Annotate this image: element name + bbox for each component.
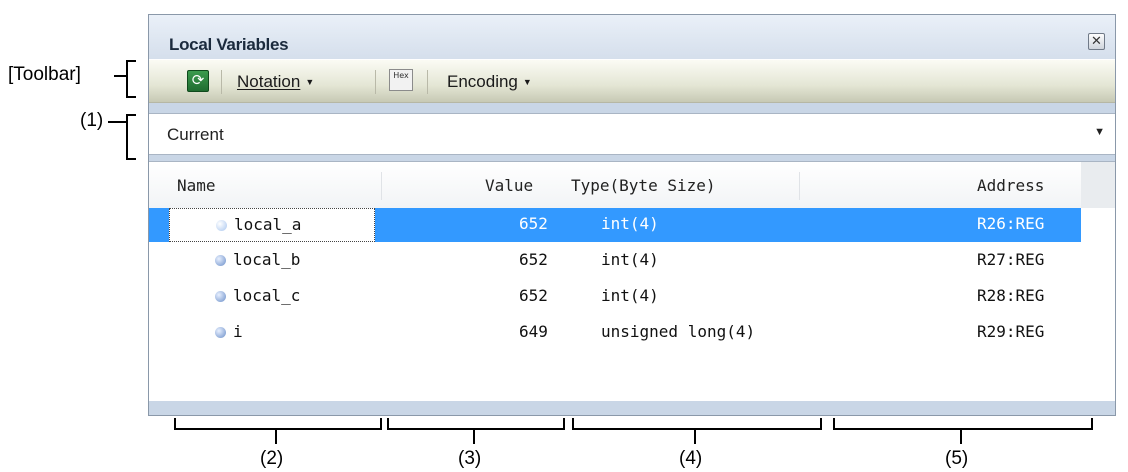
close-button[interactable]: ✕: [1088, 33, 1105, 50]
notation-label: Notation: [237, 72, 301, 91]
variable-icon: [215, 255, 226, 266]
toolbar-callout-tick: [114, 75, 126, 77]
row-value: 652: [519, 214, 548, 233]
column-header-name[interactable]: Name: [177, 176, 216, 198]
chevron-down-icon: ▼: [522, 77, 532, 87]
row-type: int(4): [601, 250, 659, 269]
column-bracket-stem: [694, 430, 696, 444]
column-bracket-stem: [275, 430, 277, 444]
notation-menu-button[interactable]: Notation ▼: [237, 60, 314, 104]
combo-callout: (1): [80, 110, 104, 131]
row-address: R26:REG: [977, 214, 1045, 233]
grid-header-filler: [1081, 162, 1115, 208]
toolbar-separator: [375, 70, 376, 94]
row-name: i: [233, 322, 243, 341]
encoding-menu-button[interactable]: Encoding ▼: [447, 60, 532, 104]
row-value: 652: [519, 250, 548, 269]
column-bracket-address: [833, 418, 1093, 430]
column-callout-address: (5): [945, 448, 969, 469]
column-separator: [799, 172, 800, 200]
table-row[interactable]: i 649 unsigned long(4) R29:REG: [149, 316, 1081, 350]
column-bracket-stem: [473, 430, 475, 444]
variable-icon: [215, 291, 226, 302]
row-address: R27:REG: [977, 250, 1045, 269]
column-header-value[interactable]: Value: [485, 176, 533, 198]
panel-title: Local Variables: [169, 35, 289, 54]
row-name: local_b: [233, 250, 301, 269]
table-row[interactable]: local_a 652 int(4) R26:REG: [149, 208, 1081, 242]
column-bracket-value: [387, 418, 565, 430]
table-row[interactable]: local_c 652 int(4) R28:REG: [149, 280, 1081, 314]
chevron-down-icon: ▼: [305, 77, 315, 87]
row-name: local_a: [234, 215, 302, 234]
row-value: 652: [519, 286, 548, 305]
dropdown-arrow-icon[interactable]: ▼: [1094, 126, 1105, 138]
row-address: R28:REG: [977, 286, 1045, 305]
column-callout-value: (3): [458, 448, 482, 469]
scope-select[interactable]: Current ▼: [149, 113, 1115, 155]
column-callout-name: (2): [260, 448, 284, 469]
combo-bracket: [126, 114, 136, 160]
row-value: 649: [519, 322, 548, 341]
column-bracket-type: [572, 418, 822, 430]
hex-display-icon[interactable]: Hex: [389, 69, 413, 91]
toolbar-bracket: [126, 60, 136, 98]
table-row[interactable]: local_b 652 int(4) R27:REG: [149, 244, 1081, 278]
variables-grid: Name Value Type(Byte Size) Address local…: [149, 161, 1115, 401]
panel-titlebar: Local Variables ✕: [149, 15, 1115, 59]
row-address: R29:REG: [977, 322, 1045, 341]
row-type: unsigned long(4): [601, 322, 756, 341]
column-separator: [381, 172, 382, 200]
column-header-address[interactable]: Address: [977, 176, 1044, 198]
column-callout-type: (4): [679, 448, 703, 469]
column-header-type[interactable]: Type(Byte Size): [571, 176, 716, 198]
variable-icon: [215, 327, 226, 338]
row-name: local_c: [233, 286, 301, 305]
toolbar: ⟳ Notation ▼ Hex Encoding ▼: [149, 59, 1115, 103]
local-variables-panel: Local Variables ✕ ⟳ Notation ▼ Hex Encod…: [148, 14, 1116, 416]
encoding-label: Encoding: [447, 72, 518, 91]
toolbar-callout: [Toolbar]: [8, 64, 81, 85]
row-type: int(4): [601, 286, 659, 305]
toolbar-separator: [427, 70, 428, 94]
focused-cell: local_a: [169, 208, 375, 242]
row-type: int(4): [601, 214, 659, 233]
refresh-icon[interactable]: ⟳: [187, 70, 209, 92]
toolbar-separator: [221, 70, 222, 94]
column-bracket-stem: [960, 430, 962, 444]
column-bracket-name: [174, 418, 382, 430]
variable-icon: [216, 220, 227, 231]
scope-select-value: Current: [167, 125, 224, 144]
combo-callout-tick: [108, 121, 126, 123]
